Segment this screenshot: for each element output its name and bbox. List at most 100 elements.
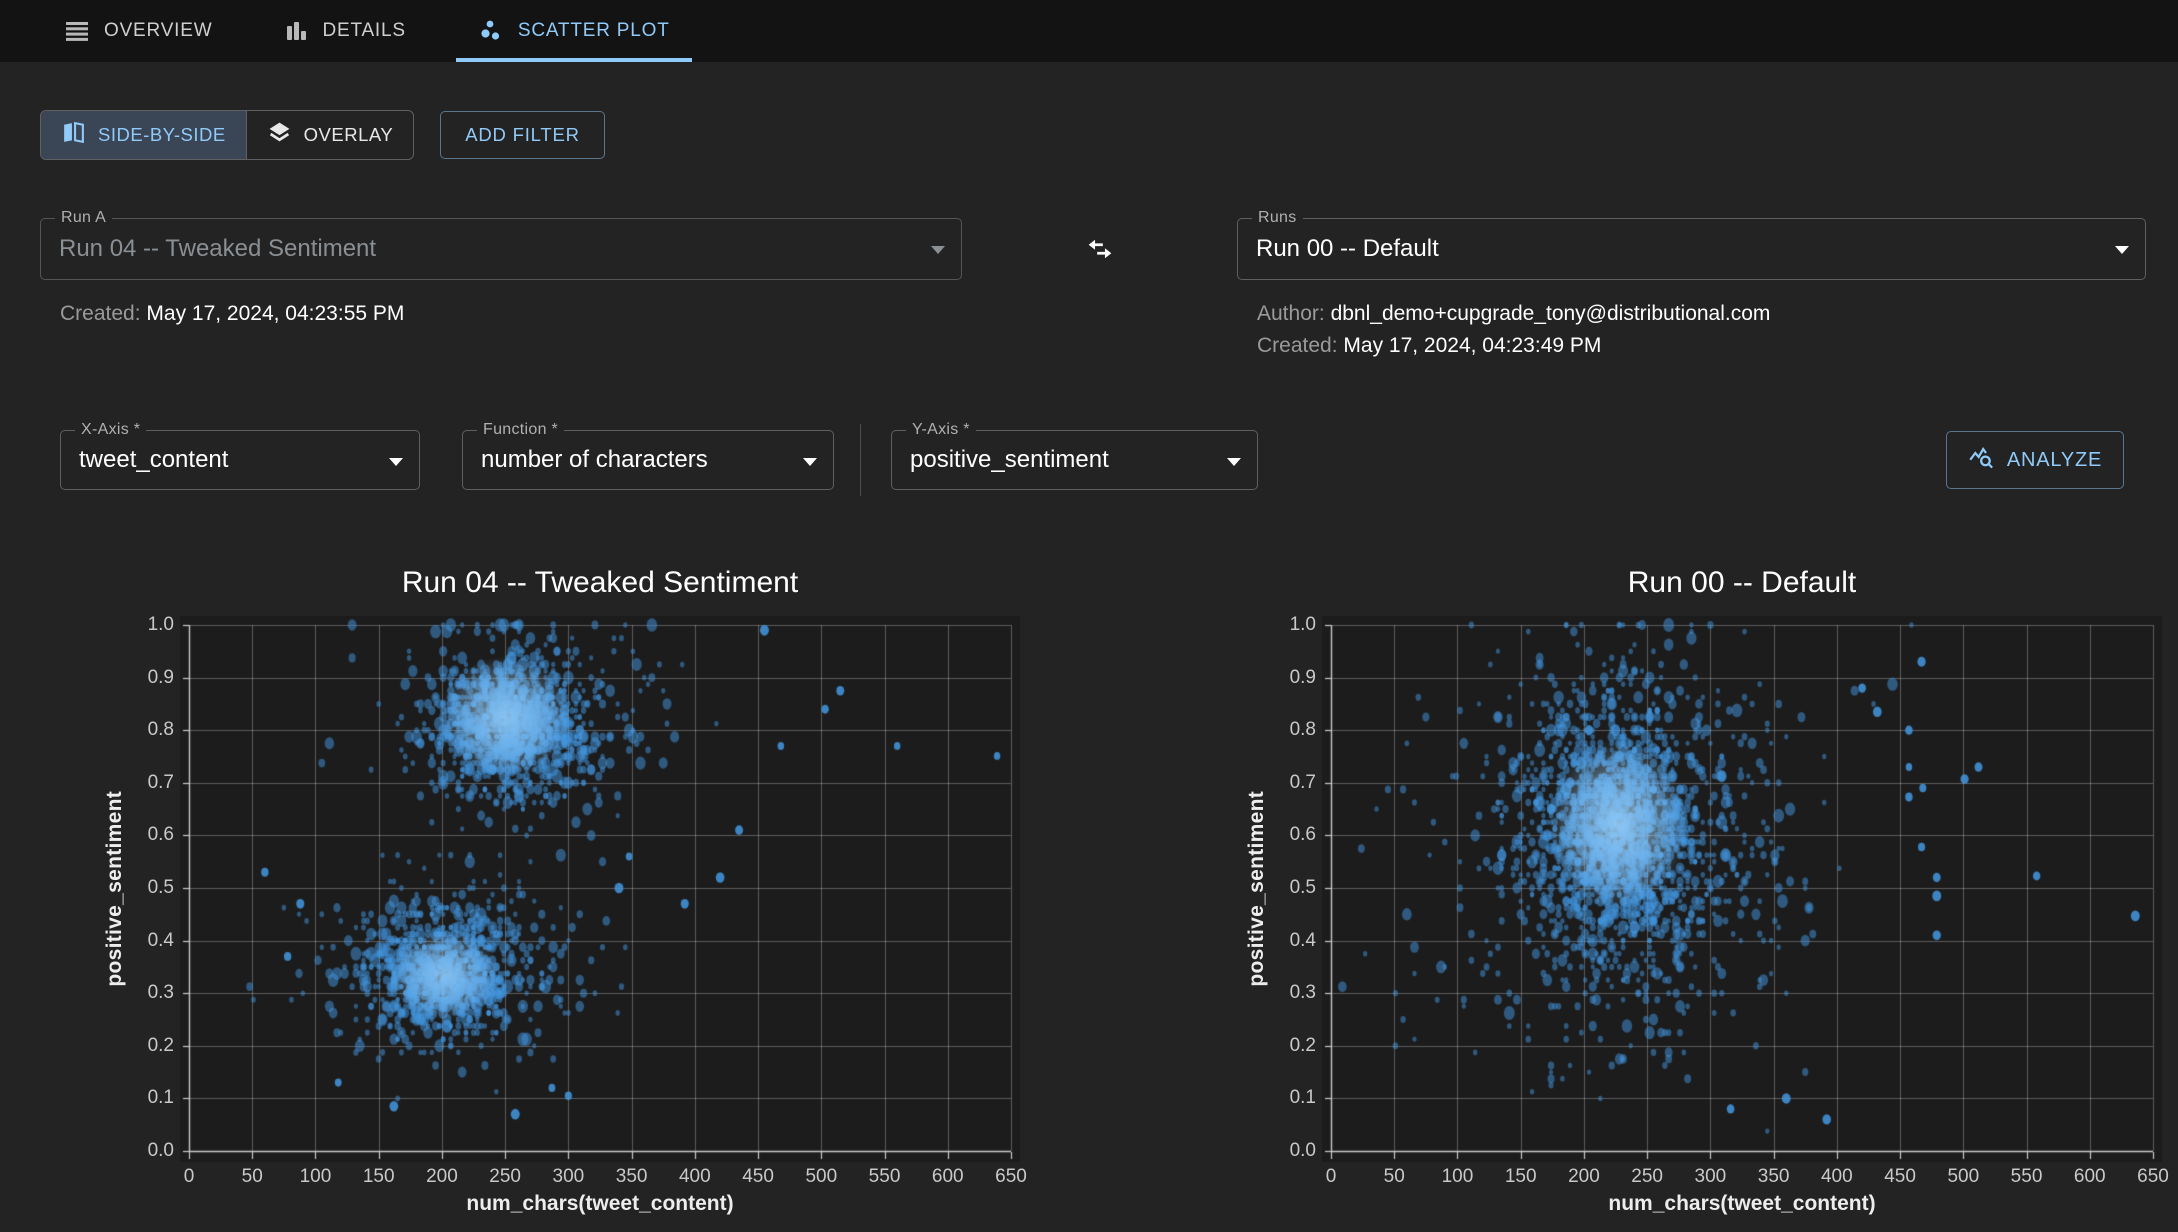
y-tick-label: 0.7	[1290, 772, 1316, 794]
runs-column: Runs Run 00 -- Default Author: dbnl_demo…	[1237, 218, 2146, 358]
x-tick-label: 150	[1505, 1166, 1537, 1188]
charts-row: Run 04 -- Tweaked Sentiment positive_sen…	[40, 566, 2178, 1216]
x-tick-label: 100	[300, 1166, 332, 1188]
y-tick-label: 0.0	[148, 1140, 174, 1162]
y-axis-title: positive_sentiment	[1240, 616, 1274, 1162]
dropdown-caret-icon	[931, 246, 945, 254]
y-tick-label: 0.7	[148, 772, 174, 794]
x-tick-label: 350	[616, 1166, 648, 1188]
chart-run-a: Run 04 -- Tweaked Sentiment positive_sen…	[98, 566, 1020, 1216]
run-selection-row: Run A Run 04 -- Tweaked Sentiment Create…	[40, 218, 2178, 358]
run-a-created: Created: May 17, 2024, 04:23:55 PM	[60, 302, 962, 326]
button-label: ANALYZE	[2007, 449, 2102, 472]
y-tick-label: 0.1	[148, 1087, 174, 1109]
y-axis-select[interactable]: Y-Axis * positive_sentiment	[891, 430, 1258, 490]
dropdown-caret-icon	[803, 458, 817, 466]
axis-controls-row: X-Axis * tweet_content Function * number…	[40, 424, 2178, 496]
run-a-column: Run A Run 04 -- Tweaked Sentiment Create…	[40, 218, 962, 326]
function-select[interactable]: Function * number of characters	[462, 430, 834, 490]
select-label: Run A	[55, 209, 112, 227]
tab-overview[interactable]: OVERVIEW	[42, 0, 234, 62]
side-by-side-toggle[interactable]: SIDE-BY-SIDE	[41, 111, 246, 159]
scatter-canvas[interactable]	[1322, 616, 2162, 1162]
view-mode-toggle-group: SIDE-BY-SIDE OVERLAY	[40, 110, 414, 160]
details-icon	[284, 19, 308, 43]
x-tick-label: 500	[1947, 1166, 1979, 1188]
y-axis-value: positive_sentiment	[892, 431, 1257, 489]
tab-scatter-plot[interactable]: SCATTER PLOT	[456, 0, 692, 62]
dropdown-caret-icon	[2115, 246, 2129, 254]
x-tick-label: 400	[679, 1166, 711, 1188]
x-tick-label: 550	[869, 1166, 901, 1188]
scatter-canvas[interactable]	[180, 616, 1020, 1162]
y-tick-label: 0.0	[1290, 1140, 1316, 1162]
y-tick-label: 1.0	[148, 614, 174, 636]
select-label: X-Axis *	[75, 421, 146, 439]
analyze-button[interactable]: ANALYZE	[1946, 431, 2124, 489]
x-axis-ticks: 050100150200250300350400450500550600650	[1322, 1162, 2162, 1190]
run-a-select[interactable]: Run A Run 04 -- Tweaked Sentiment	[40, 218, 962, 280]
y-tick-label: 0.8	[1290, 719, 1316, 741]
overlay-toggle[interactable]: OVERLAY	[246, 111, 414, 159]
query-stats-icon	[1968, 444, 1995, 477]
x-tick-label: 450	[742, 1166, 774, 1188]
x-axis-ticks: 050100150200250300350400450500550600650	[180, 1162, 1020, 1190]
y-tick-label: 0.2	[148, 1035, 174, 1057]
y-tick-label: 0.8	[148, 719, 174, 741]
y-tick-label: 0.9	[148, 667, 174, 689]
function-value: number of characters	[463, 431, 833, 489]
x-tick-label: 300	[553, 1166, 585, 1188]
x-axis-value: tweet_content	[61, 431, 419, 489]
y-tick-label: 0.3	[148, 982, 174, 1004]
y-axis-title: positive_sentiment	[98, 616, 132, 1162]
swap-horizontal-icon[interactable]	[1083, 232, 1117, 271]
y-axis-ticks: 0.0 0.1 0.2 0.3 0.4 0.5 0.6 0.7 0.8 0.9 1.0	[132, 616, 180, 1162]
x-tick-label: 200	[1568, 1166, 1600, 1188]
tab-label: DETAILS	[322, 20, 405, 42]
y-tick-label: 0.6	[148, 824, 174, 846]
runs-select[interactable]: Runs Run 00 -- Default	[1237, 218, 2146, 280]
x-tick-label: 50	[242, 1166, 263, 1188]
x-tick-label: 550	[2011, 1166, 2043, 1188]
x-tick-label: 400	[1821, 1166, 1853, 1188]
select-label: Runs	[1252, 209, 1303, 227]
y-tick-label: 0.3	[1290, 982, 1316, 1004]
x-tick-label: 350	[1758, 1166, 1790, 1188]
y-tick-label: 0.5	[148, 877, 174, 899]
tab-details[interactable]: DETAILS	[262, 0, 427, 62]
x-tick-label: 150	[363, 1166, 395, 1188]
x-tick-label: 250	[489, 1166, 521, 1188]
layers-icon	[267, 120, 292, 150]
y-tick-label: 0.9	[1290, 667, 1316, 689]
y-tick-label: 0.2	[1290, 1035, 1316, 1057]
x-tick-label: 650	[2137, 1166, 2169, 1188]
y-tick-label: 0.6	[1290, 824, 1316, 846]
x-tick-label: 600	[2074, 1166, 2106, 1188]
x-tick-label: 250	[1631, 1166, 1663, 1188]
y-tick-label: 1.0	[1290, 614, 1316, 636]
y-tick-label: 0.4	[148, 930, 174, 952]
button-label: ADD FILTER	[465, 124, 580, 146]
x-axis-title: num_chars(tweet_content)	[180, 1192, 1020, 1216]
runs-author: Author: dbnl_demo+cupgrade_tony@distribu…	[1257, 302, 2146, 326]
tab-label: SCATTER PLOT	[518, 20, 670, 42]
x-axis-select[interactable]: X-Axis * tweet_content	[60, 430, 420, 490]
dropdown-caret-icon	[1227, 458, 1241, 466]
x-tick-label: 0	[1326, 1166, 1337, 1188]
view-controls-row: SIDE-BY-SIDE OVERLAY ADD FILTER	[40, 110, 2178, 160]
x-tick-label: 300	[1695, 1166, 1727, 1188]
side-by-side-icon	[61, 120, 86, 150]
x-tick-label: 500	[805, 1166, 837, 1188]
scatter-plot-icon	[478, 18, 504, 44]
x-tick-label: 450	[1884, 1166, 1916, 1188]
y-tick-label: 0.1	[1290, 1087, 1316, 1109]
x-tick-label: 650	[995, 1166, 1027, 1188]
overview-icon	[64, 19, 90, 43]
chart-title: Run 04 -- Tweaked Sentiment	[180, 566, 1020, 600]
add-filter-button[interactable]: ADD FILTER	[440, 111, 605, 159]
select-label: Y-Axis *	[906, 421, 976, 439]
x-tick-label: 0	[184, 1166, 195, 1188]
run-a-value: Run 04 -- Tweaked Sentiment	[41, 219, 961, 279]
toggle-label: SIDE-BY-SIDE	[98, 124, 226, 146]
top-tab-bar: OVERVIEW DETAILS SCATTER PLOT	[0, 0, 2178, 62]
